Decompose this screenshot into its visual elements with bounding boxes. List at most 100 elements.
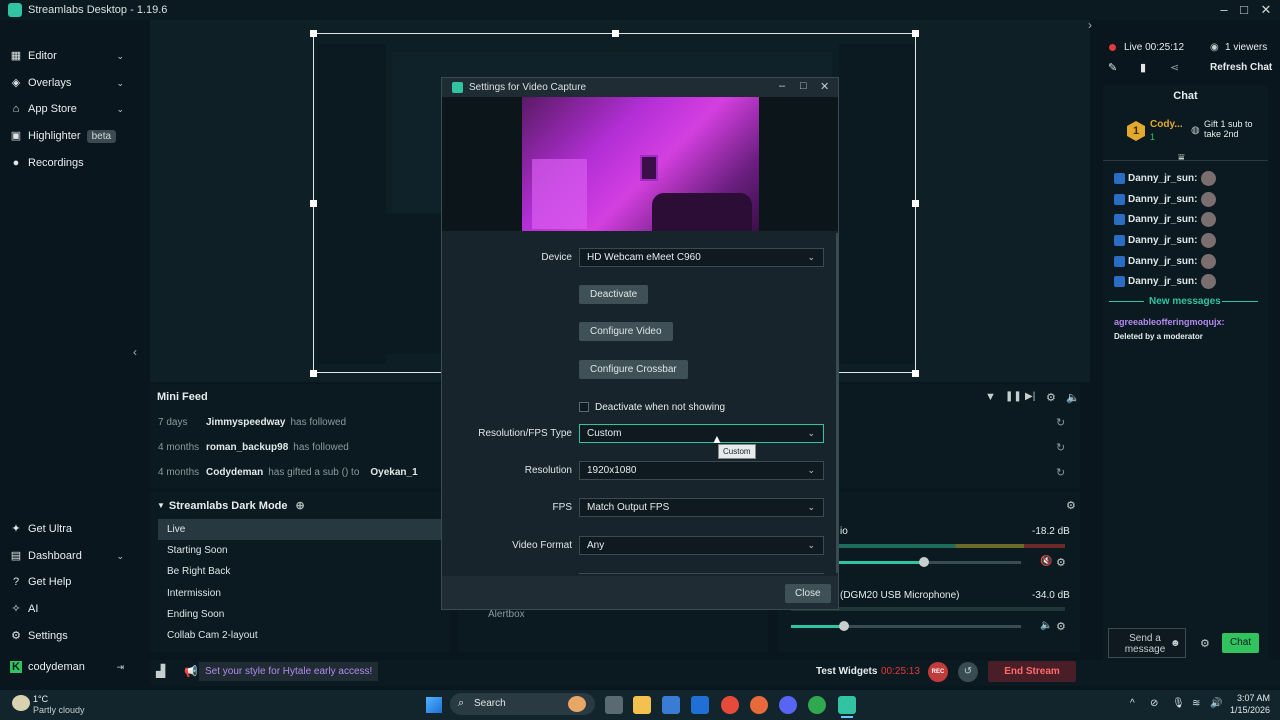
outlook-icon[interactable]	[691, 696, 709, 714]
skip-icon[interactable]: ▶|	[1025, 391, 1035, 402]
wifi-icon[interactable]: ≋	[1192, 698, 1200, 709]
chat-user[interactable]: Danny_jr_sun:	[1128, 235, 1197, 246]
emoji-icon[interactable]: ☻	[1170, 638, 1181, 649]
volume-icon[interactable]: 🔊	[1210, 698, 1222, 709]
configure-crossbar-button[interactable]: Configure Crossbar	[579, 360, 688, 379]
stats-icon[interactable]: ▟	[156, 664, 165, 678]
taskbar-search[interactable]: ⌕ Search	[450, 693, 595, 715]
gear-icon[interactable]: ⚙	[1056, 620, 1066, 633]
store-icon[interactable]	[662, 696, 680, 714]
add-scene-icon[interactable]: ⊕	[296, 499, 305, 512]
record-button[interactable]: REC	[928, 662, 948, 682]
nav-get-ultra[interactable]: ✦ Get Ultra	[0, 516, 150, 542]
resize-handle[interactable]	[310, 30, 317, 37]
close-window-icon[interactable]: ✕	[1258, 2, 1274, 18]
chat-settings-icon[interactable]: ⚙	[1200, 637, 1210, 650]
resize-handle[interactable]	[310, 370, 317, 377]
replay-buffer-icon[interactable]: ↺	[958, 662, 978, 682]
mute-icon[interactable]: 🔇	[1040, 556, 1052, 567]
nav-overlays[interactable]: ◈ Overlays ⌄	[0, 70, 150, 96]
resize-handle[interactable]	[612, 30, 619, 37]
scene-item[interactable]: Ending Soon	[158, 604, 443, 625]
resize-handle[interactable]	[912, 200, 919, 207]
scene-collection-header[interactable]: ▼ Streamlabs Dark Mode ⊕	[157, 499, 305, 513]
gear-icon[interactable]: ⚙	[1056, 556, 1066, 569]
test-widgets-button[interactable]: Test Widgets	[816, 666, 877, 677]
clock-time[interactable]: 3:07 AM	[1232, 693, 1270, 703]
collapse-right-icon[interactable]: ›	[1088, 18, 1092, 32]
mod-user[interactable]: agreeableofferingmoqujx:	[1114, 317, 1225, 327]
resize-handle[interactable]	[310, 200, 317, 207]
settings-icon[interactable]: ⚙	[1046, 391, 1056, 404]
volume-icon[interactable]: 🔈	[1066, 391, 1080, 404]
dialog-scrollbar[interactable]	[836, 233, 838, 573]
video-icon[interactable]: ▮	[1140, 61, 1146, 74]
scene-item[interactable]: Starting Soon	[158, 540, 443, 561]
firefox-icon[interactable]	[750, 696, 768, 714]
promo-banner[interactable]: Set your style for Hytale early access!	[199, 662, 379, 681]
discord-icon[interactable]	[779, 696, 797, 714]
close-icon[interactable]: ✕	[820, 80, 829, 93]
fps-select[interactable]: Match Output FPS ⌄	[579, 498, 824, 517]
nav-ai[interactable]: ✧ AI	[0, 596, 150, 622]
pause-icon[interactable]: ❚❚	[1005, 391, 1022, 402]
video-format-select[interactable]: Any ⌄	[579, 536, 824, 555]
replay-icon[interactable]: ↻	[1056, 466, 1065, 479]
nav-editor[interactable]: ▦ Editor ⌄	[0, 43, 150, 69]
microphone-icon[interactable]: 🎙	[1172, 698, 1185, 709]
resolution-select[interactable]: 1920x1080 ⌄	[579, 461, 824, 480]
device-select[interactable]: HD Webcam eMeet C960 ⌄	[579, 248, 824, 267]
configure-video-button[interactable]: Configure Video	[579, 322, 673, 341]
logout-icon[interactable]: ⇥	[116, 662, 124, 673]
slider-knob[interactable]	[838, 621, 849, 631]
resize-handle[interactable]	[912, 30, 919, 37]
volume-slider[interactable]	[791, 621, 1021, 631]
chat-user[interactable]: Danny_jr_sun:	[1128, 276, 1197, 287]
nav-app-store[interactable]: ⌂ App Store ⌄	[0, 96, 150, 122]
close-button[interactable]: Close	[785, 584, 831, 603]
streamlabs-taskbar-icon[interactable]	[838, 696, 856, 714]
nav-recordings[interactable]: ● Recordings	[0, 150, 150, 176]
nav-get-help[interactable]: ? Get Help	[0, 569, 150, 595]
nav-settings[interactable]: ⚙ Settings	[0, 623, 150, 649]
chat-user[interactable]: Danny_jr_sun:	[1128, 194, 1197, 205]
gear-icon[interactable]: ⚙	[1066, 499, 1076, 512]
edit-icon[interactable]: ✎	[1108, 61, 1117, 74]
maximize-icon[interactable]: □	[1236, 2, 1252, 17]
scene-item[interactable]: Collab Cam 2-layout	[158, 625, 443, 646]
replay-icon[interactable]: ↻	[1056, 441, 1065, 454]
minimize-icon[interactable]: –	[1216, 2, 1232, 17]
end-stream-button[interactable]: End Stream	[988, 661, 1076, 682]
scene-item[interactable]: Intermission	[158, 583, 443, 604]
task-view-icon[interactable]	[605, 696, 623, 714]
windows-start-icon[interactable]	[426, 697, 442, 713]
res-type-select[interactable]: Custom ⌄	[579, 424, 824, 443]
replay-icon[interactable]: ↻	[1056, 416, 1065, 429]
collapse-left-icon[interactable]: ‹	[133, 345, 137, 359]
minimize-icon[interactable]: –	[779, 80, 785, 92]
maximize-icon[interactable]: □	[800, 80, 807, 92]
deactivate-button[interactable]: Deactivate	[579, 285, 649, 304]
source-alertbox[interactable]: Alertbox	[488, 609, 525, 620]
chat-send-button[interactable]: Chat	[1222, 633, 1259, 653]
filter-icon[interactable]: ⩸	[1178, 152, 1185, 165]
chrome-icon[interactable]	[721, 696, 739, 714]
resize-handle[interactable]	[912, 370, 919, 377]
new-messages-label[interactable]: New messages	[1149, 296, 1221, 307]
network-icon[interactable]: ⊘	[1150, 698, 1158, 709]
share-icon[interactable]: ⋖	[1170, 61, 1179, 74]
chat-user[interactable]: Danny_jr_sun:	[1128, 256, 1197, 267]
speaker-icon[interactable]: 🔈	[1040, 620, 1052, 631]
clock-date[interactable]: 1/15/2026	[1224, 705, 1270, 715]
chat-user[interactable]: Danny_jr_sun:	[1128, 214, 1197, 225]
xbox-icon[interactable]	[808, 696, 826, 714]
refresh-chat-button[interactable]: Refresh Chat	[1210, 62, 1272, 73]
nav-user[interactable]: Kcodydeman ⇥	[0, 654, 150, 680]
filter-icon[interactable]: ▼	[985, 391, 996, 403]
nav-highlighter[interactable]: ▣ Highlighter beta	[0, 123, 150, 149]
file-explorer-icon[interactable]	[633, 696, 651, 714]
tray-chevron-icon[interactable]: ^	[1130, 698, 1135, 709]
scene-item-live[interactable]: Live	[158, 519, 443, 540]
deactivate-checkbox[interactable]	[579, 402, 589, 412]
scene-item[interactable]: Be Right Back	[158, 561, 443, 582]
